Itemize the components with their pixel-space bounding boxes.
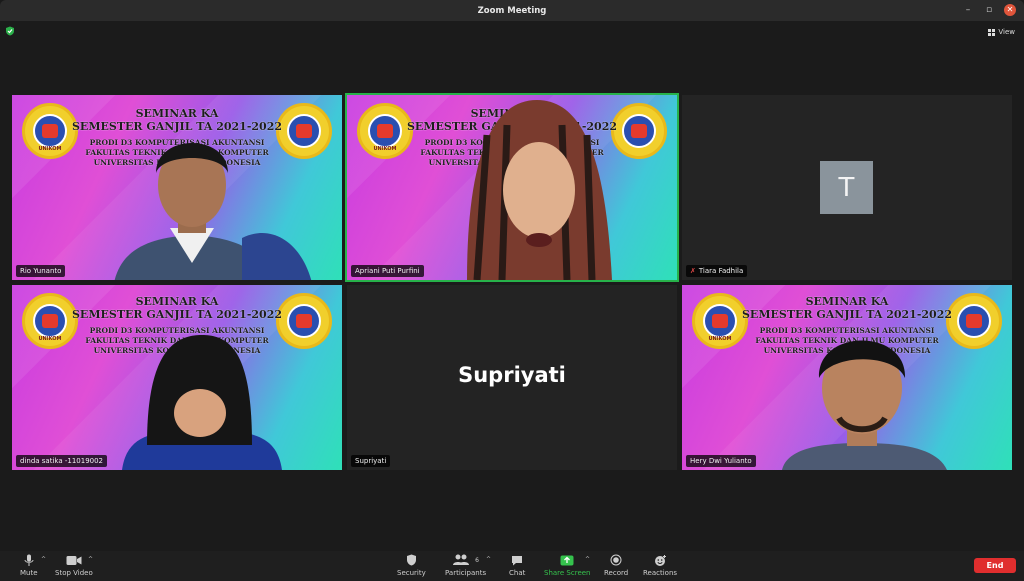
name-tile-supriyati[interactable]: Supriyati Supriyati — [347, 285, 677, 470]
participant-name-tag: Hery Dwi Yulianto — [686, 455, 756, 467]
participants-options-caret[interactable]: ^ — [486, 556, 491, 563]
participants-button[interactable]: 6 Participants — [445, 553, 486, 577]
video-tile-dinda-satika[interactable]: UNIKOM SEMINAR KA SEMESTER GANJIL TA 202… — [12, 285, 342, 470]
participant-name-tag: dinda satika -11019002 — [16, 455, 108, 467]
video-tile-rio-yunanto[interactable]: UNIKOM SEMINAR KA SEMESTER GANJIL TA 202… — [12, 95, 342, 280]
window-title: Zoom Meeting — [477, 5, 547, 16]
reactions-button[interactable]: Reactions — [643, 553, 677, 577]
participants-count: 6 — [475, 556, 479, 564]
participant-video-dinda — [122, 335, 282, 470]
video-tile-apriani-puti-purfini[interactable]: UNIKOM SEMINAR KA SEMESTER GANJIL TA 202… — [345, 93, 679, 282]
participants-icon: 6 — [452, 553, 479, 567]
meeting-toolbar: Mute ^ Stop Video ^ Security 6 Participa… — [0, 551, 1024, 581]
security-button[interactable]: Security — [397, 553, 426, 577]
close-button[interactable]: ✕ — [1004, 4, 1016, 16]
participant-video-apriani — [467, 100, 612, 280]
mute-button[interactable]: Mute — [20, 553, 38, 577]
maximize-button[interactable]: ▫ — [983, 4, 995, 16]
participant-name-tag: ✗ Tiara Fadhila — [686, 265, 748, 277]
participant-avatar: T — [820, 161, 873, 214]
title-bar: Zoom Meeting – ▫ ✕ — [0, 0, 1024, 21]
zoom-window: Zoom Meeting – ▫ ✕ View UNIKOM SEMINAR K… — [0, 0, 1024, 581]
view-button[interactable]: View — [988, 28, 1015, 36]
smiley-icon — [654, 553, 667, 567]
participant-video-hery — [782, 340, 947, 470]
security-shield-icon — [406, 553, 417, 567]
encryption-shield-icon[interactable] — [5, 26, 15, 36]
minimize-button[interactable]: – — [962, 4, 974, 16]
share-options-caret[interactable]: ^ — [585, 556, 590, 563]
participant-display-name: Supriyati — [458, 363, 566, 387]
end-meeting-button[interactable]: End — [974, 558, 1016, 573]
video-options-caret[interactable]: ^ — [88, 556, 93, 563]
video-tile-hery-dwi-yulianto[interactable]: UNIKOM SEMINAR KA SEMESTER GANJIL TA 202… — [682, 285, 1012, 470]
mute-options-caret[interactable]: ^ — [41, 556, 46, 563]
share-screen-button[interactable]: Share Screen — [544, 553, 591, 577]
grid-view-icon — [988, 28, 996, 36]
participant-video-rio — [114, 143, 312, 280]
participant-name-tag: Supriyati — [351, 455, 391, 467]
video-camera-icon — [66, 553, 82, 567]
participant-name-tag: Apriani Puti Purfini — [351, 265, 424, 277]
microphone-icon — [24, 553, 34, 567]
participant-name-tag: Rio Yunanto — [16, 265, 66, 277]
record-button[interactable]: Record — [604, 553, 628, 577]
chat-bubble-icon — [511, 553, 523, 567]
window-controls: – ▫ ✕ — [962, 4, 1016, 16]
mic-muted-icon: ✗ — [690, 267, 696, 275]
chat-button[interactable]: Chat — [509, 553, 525, 577]
avatar-tile-tiara-fadhila[interactable]: T ✗ Tiara Fadhila — [682, 95, 1012, 280]
view-label: View — [998, 28, 1015, 36]
record-icon — [610, 553, 622, 567]
share-screen-icon — [560, 553, 574, 567]
